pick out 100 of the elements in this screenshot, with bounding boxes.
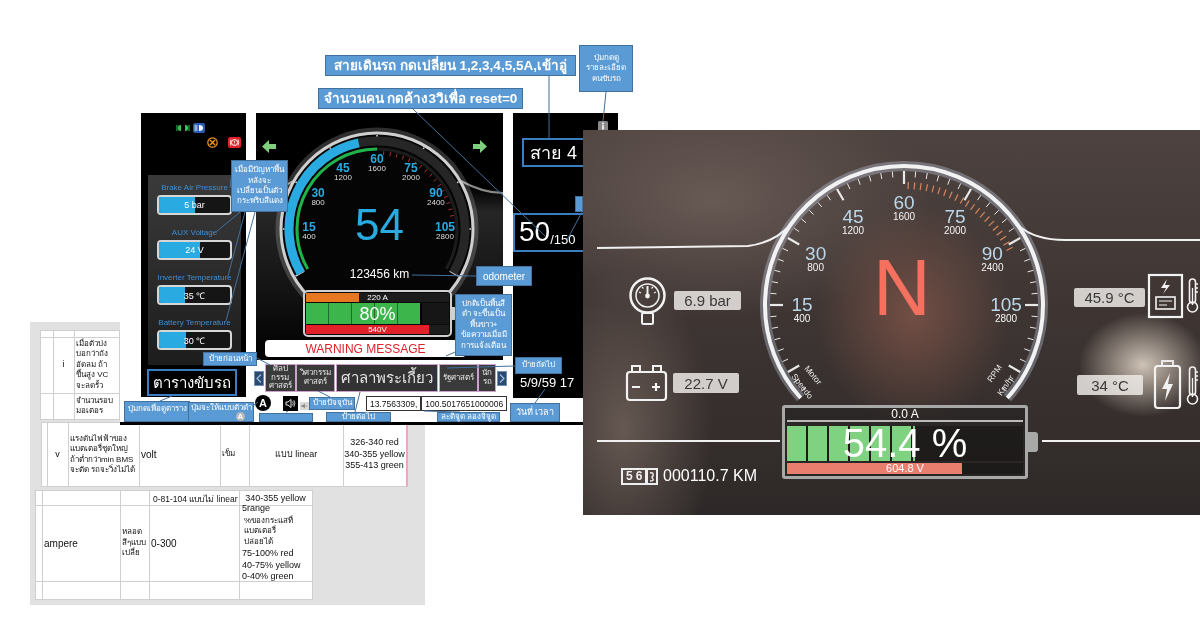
cell-text: %ของกระแสที่แบตเตอรี่ ปล่อยได้ [243,515,295,547]
leader-line [423,410,461,413]
cell-text: v [55,448,60,461]
odometer-reading: 000110.7 KM [663,466,757,486]
schedule-button[interactable]: ตารางขับรถ [147,369,237,396]
speed-scale-label: 30 [311,186,325,200]
bus-stop-button[interactable]: ศาลาพระเกี้ยว [335,364,438,392]
battery-icon [625,364,668,402]
previous-stop-button[interactable] [254,370,264,386]
date-time: 5/9/59 17 [520,375,575,390]
gauge-label: Brake Air Pressure [161,183,228,193]
annotation-callout: ป้ายต่อไป [326,412,391,422]
reading-value: 45.9 °C [1074,288,1145,307]
cell-text: จำนวนรอบมอเตอร [75,395,114,417]
headlight-icon [193,123,205,133]
rpm-scale-label: 2000 [402,173,420,183]
chevron-right-icon [498,373,505,383]
gear-indicator: N [873,248,931,328]
speed-scale-label: 30 [805,243,827,264]
rpm-scale-label: 1600 [368,164,386,173]
rpm-scale-label: 2800 [994,313,1018,324]
charge-reading: 80% [359,303,396,324]
cell-text: ampere [43,537,78,549]
callout-fragment [259,413,313,422]
letter-a-button[interactable]: A [255,395,271,411]
speed-scale-label: 90 [429,186,443,200]
leader-line [317,390,331,398]
leader-line [411,274,477,277]
odometer-icon [646,468,658,485]
cell-text: แบบ linear [274,448,318,461]
cell-text: หลอดสีๆแบบเปลี่ย [121,527,147,559]
odometer-reading: 123456 km [349,267,410,281]
leader-line [602,91,607,122]
speaker-icon [300,402,309,410]
annotation-callout: ปกติเป็นพื้นสี ดำ จะขึ้นเป็น พื้นขาว+ ข้อความเมื่อมี การแจ้งเตือน [455,294,512,356]
speed-reading: 54 [355,201,404,249]
rpm-scale-label: 400 [793,313,811,324]
cell-text: i [62,359,65,371]
annotation-callout: สายเดินรถ กดเปลี่ยน 1,2,3,4,5,5A,เข้าอู่ [325,55,576,76]
bus-stop-button[interactable]: นัก รถ [478,364,497,392]
info-icon[interactable] [598,121,608,131]
rpm-scale-label: 1600 [892,211,916,222]
speaker-icon [285,398,296,409]
passenger-count: 50 [519,217,551,247]
annotation-callout: ป้ายก่อนหน้า [203,352,257,366]
annotation-callout: ละติจูด ลองจิจูด [437,412,500,422]
cell-text: 0-300 [150,537,177,549]
cell-text: แรงดันไฟฟ้าของแบตเตอรี่ชุดใหญ่ ถ้าต่ำกว่าmin BMS จะตัด รถจะวิ่งไม่ได้ [69,433,137,476]
rpm-scale-label: 2800 [436,232,454,241]
annotation-callout: odometer [476,266,532,286]
odometer-digits: 56 [621,468,648,485]
leader-line [534,388,546,404]
cell-text: เข็ม [221,449,236,460]
rpm-scale-label: 2400 [981,262,1004,273]
cell-text: 326-340 red 340-355 yellow 355-413 green [344,436,405,473]
speed-scale-label: 105 [990,294,1022,315]
voltage-reading: 604.8 V [886,462,924,474]
annotation-callout: ปุ่มกดดู รายละเอียด คนขับรถ [579,45,633,92]
annotation-callout: จำนวนคน กดค้าง3วิเพื่อ reset=0 [318,88,523,109]
passenger-capacity: /150 [550,232,576,247]
annotation-callout: เมื่อมีปัญหาพื้น หลังจะ เปลี่ยนเป็นตัว กระพริบสีแดง [231,160,288,212]
leader-line [159,395,173,402]
left-arrow-icon [262,140,276,153]
chevron-left-icon [256,373,262,383]
leader-line [285,410,289,413]
pressure-gauge-icon [628,276,667,326]
annotation-callout: ปุ่มกดเพื่อดูตาราง [124,401,190,422]
parking-light-icon [176,124,190,132]
leader-line [256,357,271,366]
reading-value: 6.9 bar [674,291,741,310]
rpm-scale-label: 400 [302,232,316,241]
bus-stop-button[interactable]: วิศวกรรม ศาสตร์ [296,364,336,392]
current-reading: 0.0 A [787,408,1023,422]
annotation-callout: วันที่ เวลา [510,403,560,422]
battery-charge-icon [1153,360,1182,410]
rpm-scale-label: 2400 [427,198,445,207]
next-stop-button[interactable] [496,370,507,386]
speed-scale-label: 90 [981,243,1003,264]
leader-line [229,177,232,189]
bus-stop-button[interactable]: ศิลป กรรม ศาสตร์ [264,364,296,392]
speed-scale-label: 75 [404,161,418,176]
speed-scale-label: 45 [336,161,350,176]
speed-scale-label: 15 [791,294,813,315]
longitude-display: 100.5017651000006 [421,396,508,411]
sound-button[interactable] [283,396,298,411]
reading-value: 22.7 V [673,373,739,393]
bus-stop-button[interactable]: รัฐศาสตร์ [438,364,478,392]
rpm-scale-label: 2000 [943,224,967,236]
right-arrow-icon [473,140,487,153]
battery-terminal [1028,432,1038,452]
callout-fragment [575,196,583,212]
cell-text: 0-81-104 แบบไม่ linear [152,494,238,505]
leader-line [445,351,456,357]
route-button[interactable]: สาย 4 [522,138,583,167]
speed-scale-label: 105 [435,220,455,234]
speed-scale-label: 15 [302,220,316,234]
voltage-reading: 540V [368,325,387,334]
reading-value: 34 °C [1077,375,1143,395]
speed-scale-label: 45 [842,205,864,227]
rpm-scale-label: 800 [311,198,325,207]
